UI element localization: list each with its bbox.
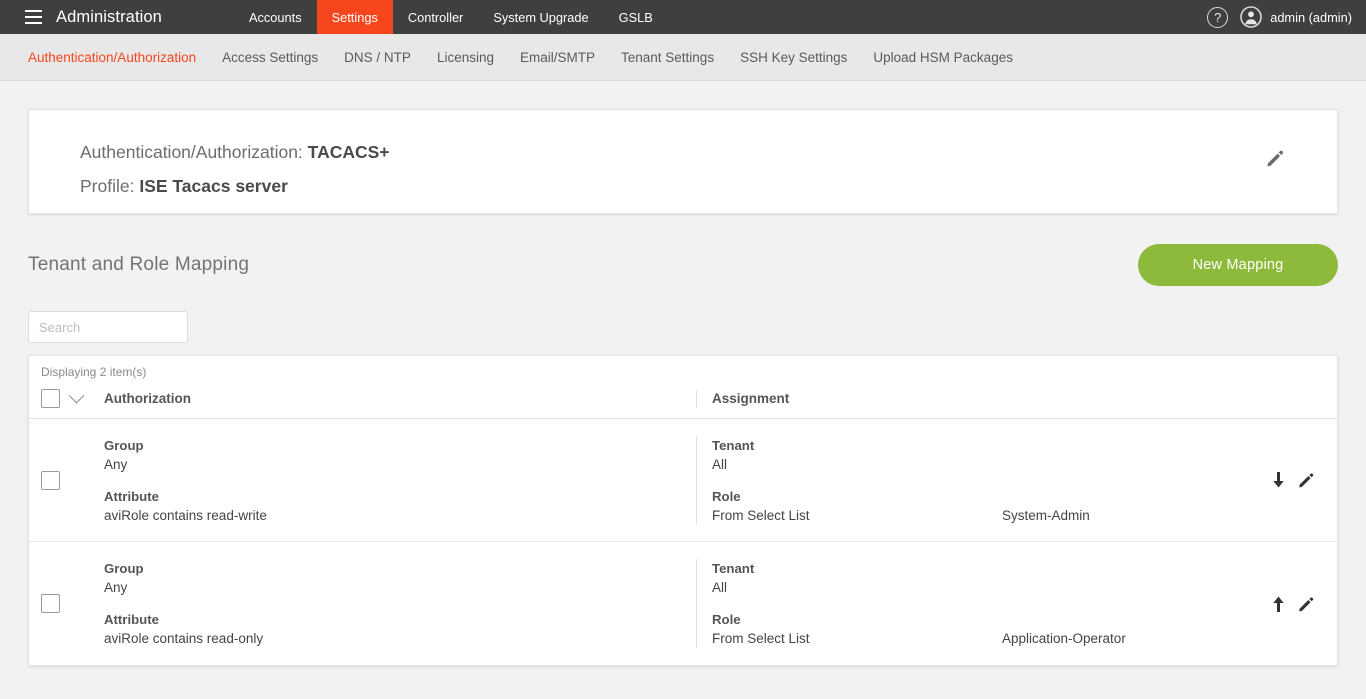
row-select-cell [41, 471, 104, 490]
attribute-field: Attribute aviRole contains read-write [104, 487, 696, 525]
row-checkbox[interactable] [41, 471, 60, 490]
authentication-summary-card: Authentication/Authorization: TACACS+ Pr… [28, 109, 1338, 214]
role-values: From Select List Application-Operator [712, 629, 1337, 648]
primary-nav: Accounts Settings Controller System Upgr… [234, 0, 668, 34]
nav-item-system-upgrade[interactable]: System Upgrade [478, 0, 603, 34]
new-mapping-button[interactable]: New Mapping [1138, 244, 1338, 286]
row-actions [1270, 595, 1315, 613]
row-actions [1270, 471, 1315, 489]
page-title: Tenant and Role Mapping [28, 254, 249, 276]
header-select-cell [41, 389, 104, 408]
row-select-cell [41, 594, 104, 613]
column-header-assignment-label: Assignment [712, 391, 789, 406]
page-content: Authentication/Authorization: TACACS+ Pr… [0, 109, 1366, 666]
nav-item-accounts[interactable]: Accounts [234, 0, 317, 34]
tenant-value: All [712, 455, 1337, 474]
role-values: From Select List System-Admin [712, 506, 1337, 525]
group-value: Any [104, 455, 696, 474]
auth-profile-label: Profile: [80, 176, 134, 196]
attribute-value: aviRole contains read-only [104, 629, 696, 648]
nav-item-gslb[interactable]: GSLB [604, 0, 668, 34]
user-avatar-icon [1240, 6, 1262, 28]
table-header-row: Authorization Assignment [29, 379, 1337, 419]
edit-auth-profile-button[interactable] [1265, 148, 1285, 173]
header-right-tools: ? admin (admin) [1207, 0, 1352, 34]
subnav-item-authentication-authorization[interactable]: Authentication/Authorization [28, 50, 196, 65]
section-header: Tenant and Role Mapping New Mapping [28, 244, 1338, 286]
attribute-value: aviRole contains read-write [104, 506, 696, 525]
tenant-value: All [712, 578, 1337, 597]
role-source-value: From Select List [712, 629, 1002, 648]
table-row[interactable]: Group Any Attribute aviRole contains rea… [29, 542, 1337, 665]
search-box[interactable] [28, 311, 188, 343]
user-name-label: admin (admin) [1270, 10, 1352, 25]
arrow-down-icon[interactable] [1270, 471, 1287, 489]
role-field: Role From Select List System-Admin [712, 487, 1337, 525]
subnav-item-ssh-key-settings[interactable]: SSH Key Settings [740, 50, 847, 65]
group-field: Group Any [104, 436, 696, 474]
select-all-checkbox[interactable] [41, 389, 60, 408]
top-header-bar: Administration Accounts Settings Control… [0, 0, 1366, 34]
subnav-item-dns-ntp[interactable]: DNS / NTP [344, 50, 411, 65]
auth-type-label: Authentication/Authorization: [80, 142, 303, 162]
nav-item-controller[interactable]: Controller [393, 0, 478, 34]
role-label: Role [712, 610, 1337, 629]
user-menu[interactable]: admin (admin) [1240, 6, 1352, 28]
table-row[interactable]: Group Any Attribute aviRole contains rea… [29, 419, 1337, 542]
auth-type-line: Authentication/Authorization: TACACS+ [80, 135, 1337, 169]
edit-row-pencil-icon[interactable] [1297, 595, 1315, 613]
tenant-field: Tenant All [712, 436, 1337, 474]
subnav-item-tenant-settings[interactable]: Tenant Settings [621, 50, 714, 65]
settings-subnav: Authentication/Authorization Access Sett… [0, 34, 1366, 81]
row-assignment-cell: Tenant All Role From Select List Applica… [696, 559, 1337, 648]
attribute-label: Attribute [104, 610, 696, 629]
group-field: Group Any [104, 559, 696, 597]
tenant-label: Tenant [712, 559, 1337, 578]
mapping-table: Displaying 2 item(s) Authorization Assig… [28, 355, 1338, 666]
subnav-item-email-smtp[interactable]: Email/SMTP [520, 50, 595, 65]
subnav-item-access-settings[interactable]: Access Settings [222, 50, 318, 65]
edit-row-pencil-icon[interactable] [1297, 471, 1315, 489]
group-label: Group [104, 559, 696, 578]
help-icon[interactable]: ? [1207, 7, 1228, 28]
row-authorization-cell: Group Any Attribute aviRole contains rea… [104, 559, 696, 648]
auth-type-value: TACACS+ [308, 142, 390, 162]
auth-profile-value: ISE Tacacs server [139, 176, 288, 196]
attribute-label: Attribute [104, 487, 696, 506]
tenant-label: Tenant [712, 436, 1337, 455]
role-label: Role [712, 487, 1337, 506]
search-input[interactable] [39, 320, 215, 335]
auth-profile-line: Profile: ISE Tacacs server [80, 169, 1337, 203]
role-field: Role From Select List Application-Operat… [712, 610, 1337, 648]
role-assigned-value: Application-Operator [1002, 629, 1126, 648]
group-value: Any [104, 578, 696, 597]
column-header-authorization-label: Authorization [104, 391, 191, 406]
group-label: Group [104, 436, 696, 455]
row-assignment-cell: Tenant All Role From Select List System-… [696, 436, 1337, 525]
app-title: Administration [56, 0, 162, 34]
tenant-field: Tenant All [712, 559, 1337, 597]
displaying-count: Displaying 2 item(s) [29, 356, 1337, 379]
nav-item-settings[interactable]: Settings [317, 0, 393, 34]
subnav-item-licensing[interactable]: Licensing [437, 50, 494, 65]
subnav-item-upload-hsm-packages[interactable]: Upload HSM Packages [873, 50, 1013, 65]
attribute-field: Attribute aviRole contains read-only [104, 610, 696, 648]
chevron-down-icon[interactable] [69, 388, 85, 404]
row-checkbox[interactable] [41, 594, 60, 613]
arrow-up-icon[interactable] [1270, 595, 1287, 613]
row-authorization-cell: Group Any Attribute aviRole contains rea… [104, 436, 696, 525]
column-header-authorization[interactable]: Authorization [104, 390, 696, 408]
pencil-icon [1265, 148, 1285, 168]
column-header-assignment[interactable]: Assignment [696, 390, 1337, 408]
hamburger-menu-icon[interactable] [16, 0, 50, 34]
role-source-value: From Select List [712, 506, 1002, 525]
role-assigned-value: System-Admin [1002, 506, 1090, 525]
